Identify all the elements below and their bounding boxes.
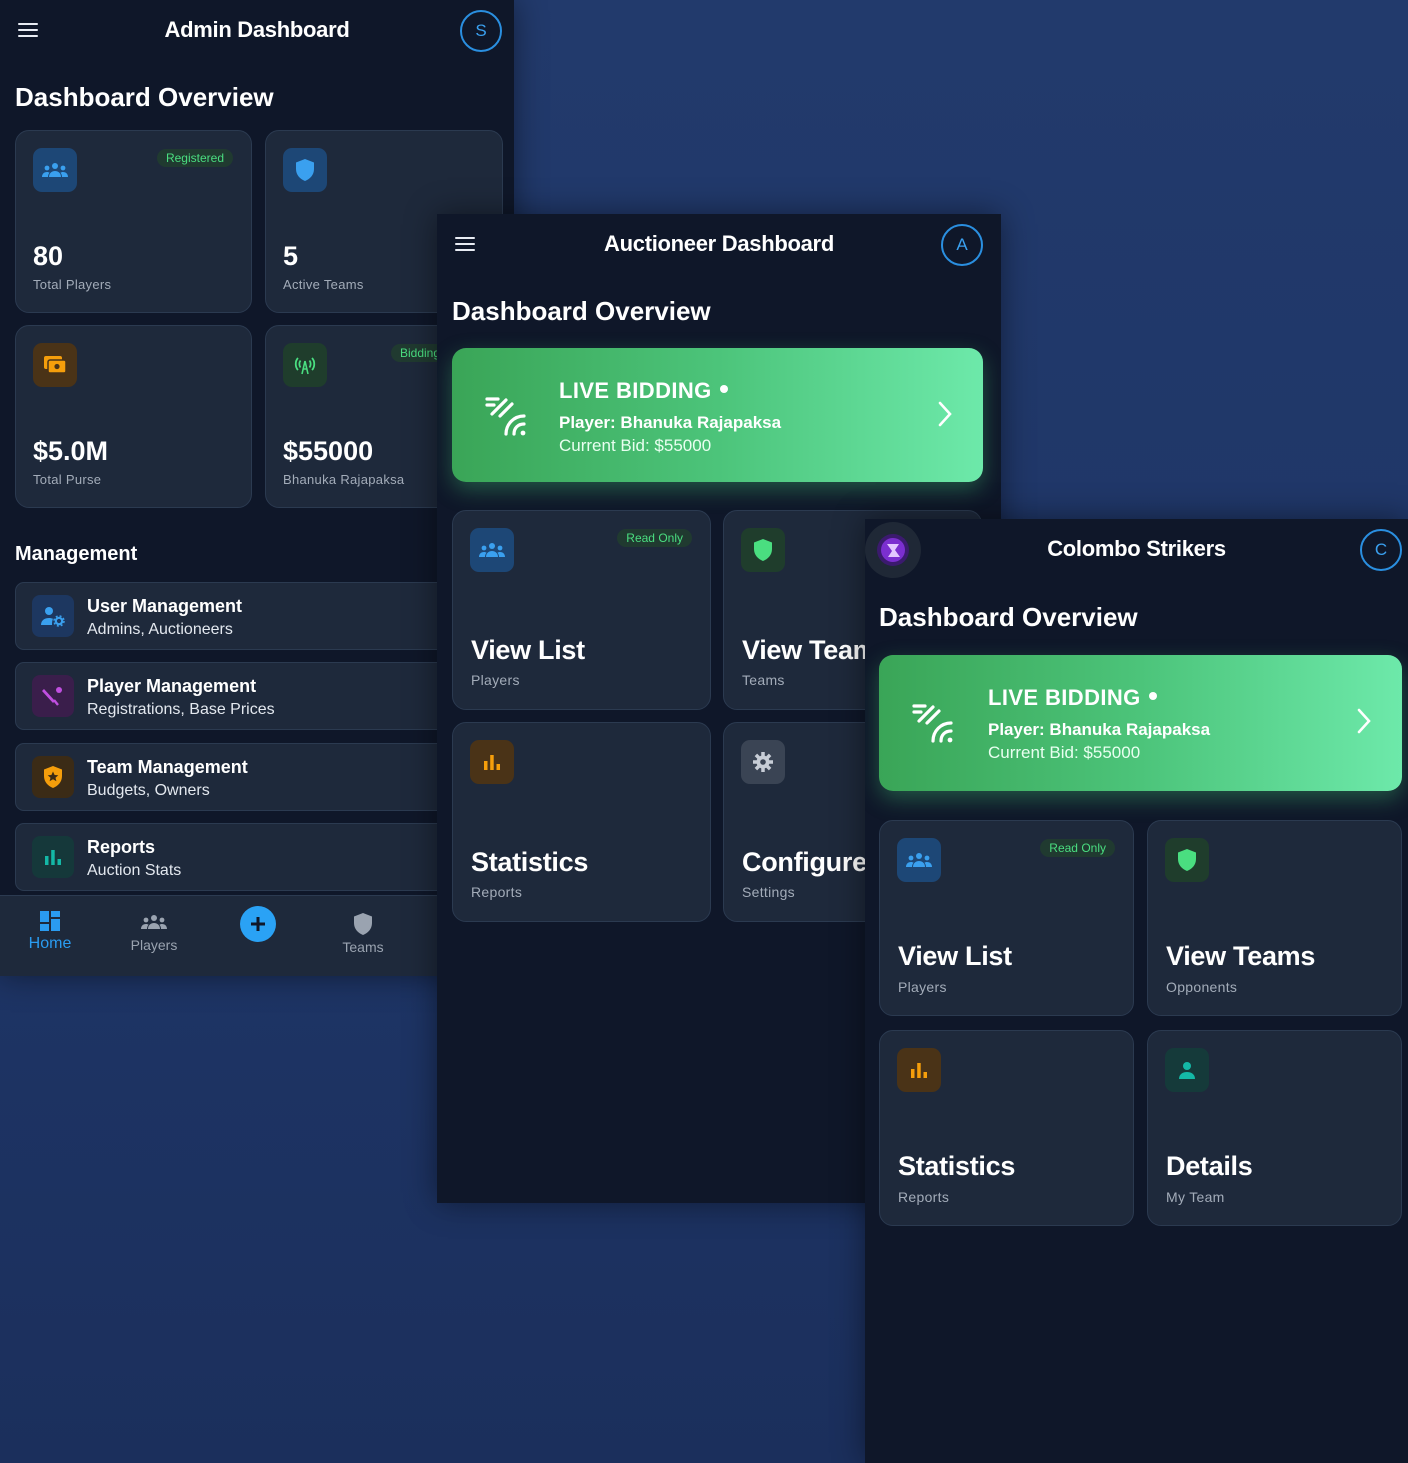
app-header: Colombo Strikers C [865, 519, 1408, 583]
menu-item-subtitle: Auction Stats [87, 862, 182, 879]
menu-item-title: Reports [87, 837, 156, 857]
action-card-details[interactable]: Details My Team [1147, 1030, 1402, 1226]
live-bidding-card[interactable]: LIVE BIDDING Player: Bhanuka Rajapaksa C… [452, 348, 983, 482]
team-dashboard-screen: Colombo Strikers C Dashboard Overview LI… [865, 519, 1408, 1463]
live-player-name: Player: Bhanuka Rajapaksa [559, 413, 782, 432]
app-header: Auctioneer Dashboard A [437, 214, 1001, 278]
action-subtitle: My Team [1166, 1189, 1225, 1205]
users-icon [33, 148, 77, 192]
avatar[interactable]: S [460, 10, 502, 52]
shield-star-icon [32, 756, 74, 798]
action-title: Statistics [471, 847, 589, 877]
action-subtitle: Settings [742, 884, 795, 900]
page-title: Admin Dashboard [164, 17, 350, 42]
shield-icon [1165, 838, 1209, 882]
stat-card-total-players[interactable]: Registered 80 Total Players [15, 130, 252, 313]
action-card-view-list[interactable]: Read Only View List Players [452, 510, 711, 710]
add-icon [251, 917, 265, 931]
person-icon [1165, 1048, 1209, 1092]
chevron-right-icon [1357, 708, 1371, 734]
menu-item-subtitle: Registrations, Base Prices [87, 701, 275, 718]
stat-label: Total Purse [33, 472, 102, 487]
avatar[interactable]: A [941, 224, 983, 266]
stat-value: $5.0M [33, 436, 109, 466]
live-player-name: Player: Bhanuka Rajapaksa [988, 720, 1211, 739]
stat-value: 5 [283, 241, 299, 271]
bar-chart-icon [897, 1048, 941, 1092]
users-icon [470, 528, 514, 572]
menu-item-reports[interactable]: Reports Auction Stats [15, 823, 497, 891]
stat-label: Total Players [33, 277, 112, 292]
user-cog-icon [32, 595, 74, 637]
live-bidding-title: LIVE BIDDING [988, 685, 1157, 711]
nav-label: Teams [342, 939, 384, 955]
overview-title: Dashboard Overview [452, 296, 711, 326]
bar-chart-icon [32, 836, 74, 878]
menu-item-subtitle: Admins, Auctioneers [87, 621, 233, 638]
menu-item-team-management[interactable]: Team Management Budgets, Owners [15, 743, 497, 811]
action-title: Statistics [898, 1151, 1016, 1181]
action-subtitle: Players [471, 672, 520, 688]
action-subtitle: Players [898, 979, 947, 995]
rss-icon [912, 704, 953, 743]
avatar[interactable]: C [1360, 529, 1402, 571]
read-only-badge: Read Only [617, 529, 692, 547]
menu-item-title: User Management [87, 596, 243, 616]
users-icon [141, 915, 167, 929]
chevron-right-icon [938, 401, 952, 427]
nav-item-teams[interactable]: Teams [323, 912, 403, 955]
action-card-statistics[interactable]: Statistics Reports [879, 1030, 1134, 1226]
overview-title: Dashboard Overview [15, 82, 274, 112]
menu-item-player-management[interactable]: Player Management Registrations, Base Pr… [15, 662, 497, 730]
live-bidding-card[interactable]: LIVE BIDDING Player: Bhanuka Rajapaksa C… [879, 655, 1402, 791]
shield-icon [354, 913, 372, 935]
stat-label: Bhanuka Rajapaksa [283, 472, 405, 487]
action-card-statistics[interactable]: Statistics Reports [452, 722, 711, 922]
shield-icon [283, 148, 327, 192]
stat-card-total-purse[interactable]: $5.0M Total Purse [15, 325, 252, 508]
users-icon [897, 838, 941, 882]
page-title: Colombo Strikers [1047, 536, 1226, 561]
action-subtitle: Teams [742, 672, 785, 688]
menu-item-subtitle: Budgets, Owners [87, 782, 210, 799]
action-title: View List [471, 635, 585, 665]
cricket-icon [32, 675, 74, 717]
add-button[interactable] [240, 906, 276, 942]
dashboard-icon [40, 911, 60, 931]
status-badge: Registered [156, 149, 233, 167]
action-subtitle: Reports [471, 884, 523, 900]
action-card-view-teams[interactable]: View Teams Opponents [1147, 820, 1402, 1016]
action-title: Configure [742, 847, 867, 877]
stat-value: 80 [33, 241, 64, 271]
overview-title: Dashboard Overview [879, 602, 1138, 632]
shield-icon [741, 528, 785, 572]
wallet-icon [33, 343, 77, 387]
bar-chart-icon [470, 740, 514, 784]
management-title: Management [15, 543, 138, 565]
broadcast-icon [283, 343, 327, 387]
stat-value: $55000 [283, 436, 374, 466]
page-title: Auctioneer Dashboard [604, 231, 834, 256]
gear-icon [741, 740, 785, 784]
rss-icon [485, 397, 526, 436]
action-title: Details [1166, 1151, 1253, 1181]
menu-item-title: Player Management [87, 676, 257, 696]
menu-item-user-management[interactable]: User Management Admins, Auctioneers [15, 582, 497, 650]
action-subtitle: Opponents [1166, 979, 1238, 995]
current-bid: Current Bid: $55000 [559, 436, 712, 455]
current-bid: Current Bid: $55000 [988, 743, 1141, 762]
read-only-badge: Read Only [1040, 839, 1115, 857]
menu-item-title: Team Management [87, 757, 248, 777]
app-header: Admin Dashboard S [0, 0, 514, 64]
action-title: View Teams [1166, 941, 1316, 971]
nav-label: Players [130, 937, 178, 953]
action-title: View List [898, 941, 1012, 971]
stat-label: Active Teams [283, 277, 364, 292]
action-subtitle: Reports [898, 1189, 950, 1205]
nav-label: Home [28, 935, 72, 952]
live-bidding-title: LIVE BIDDING [559, 378, 728, 404]
action-card-view-list[interactable]: Read Only View List Players [879, 820, 1134, 1016]
nav-item-players[interactable]: Players [114, 914, 194, 953]
nav-item-home[interactable]: Home [10, 910, 90, 953]
